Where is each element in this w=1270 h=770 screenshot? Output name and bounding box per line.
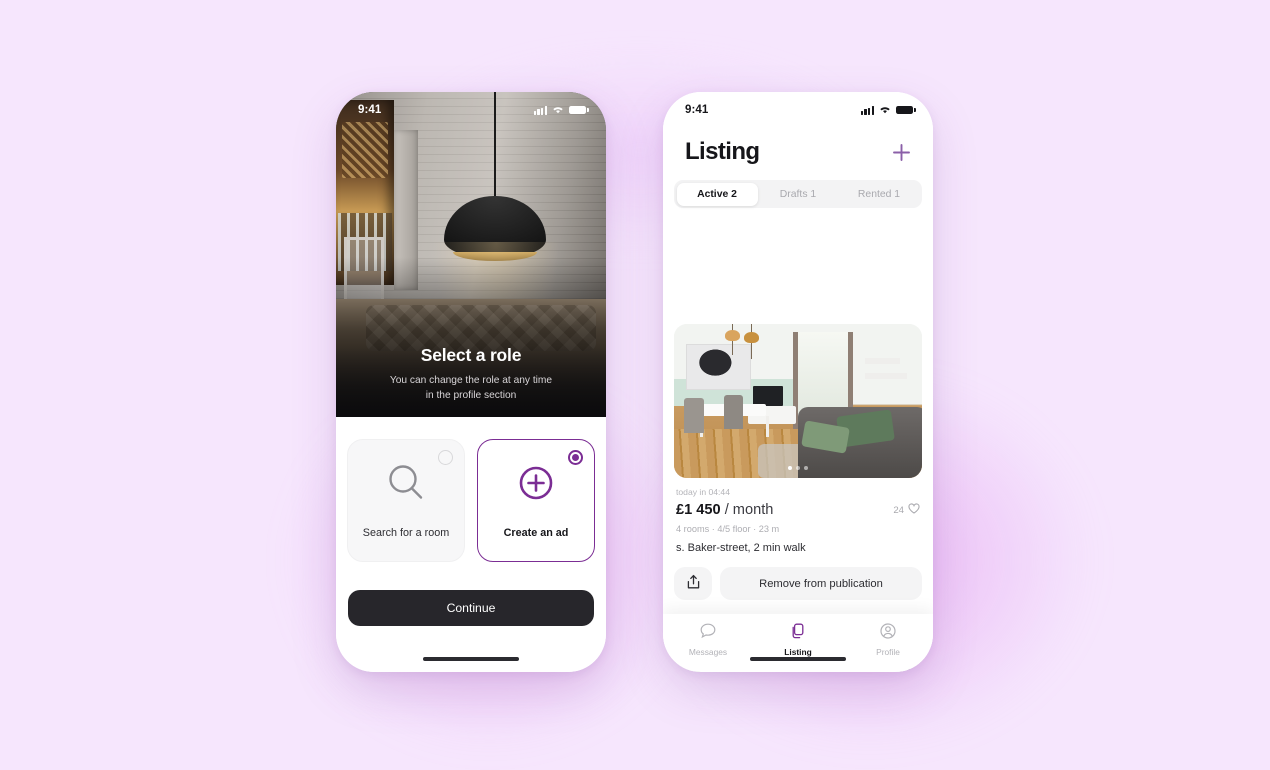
tab-label-messages: Messages bbox=[688, 647, 728, 657]
hero-text: Select a role You can change the role at… bbox=[336, 345, 606, 403]
photo-chair-1 bbox=[683, 397, 704, 434]
share-icon bbox=[686, 574, 701, 593]
role-cards: Search for a room Create an ad bbox=[336, 417, 606, 562]
tab-drafts[interactable]: Drafts 1 bbox=[758, 183, 839, 206]
wifi-icon bbox=[879, 101, 891, 119]
add-listing-button[interactable] bbox=[892, 143, 911, 162]
listing-timestamp: today in 04:44 bbox=[676, 487, 730, 497]
status-time: 9:41 bbox=[685, 104, 709, 116]
tab-profile[interactable]: Profile bbox=[843, 622, 933, 657]
documents-icon bbox=[789, 622, 807, 643]
bottom-tab-bar: Messages Listing Profile bbox=[663, 614, 933, 672]
hero-subtitle-line1: You can change the role at any time bbox=[389, 374, 553, 386]
tab-label-listing: Listing bbox=[784, 647, 812, 657]
chat-icon bbox=[699, 622, 717, 643]
photo-shelf-2 bbox=[864, 373, 908, 380]
radio-unselected-icon[interactable] bbox=[438, 450, 453, 465]
heart-icon[interactable] bbox=[908, 503, 920, 517]
listing-photo[interactable] bbox=[674, 324, 922, 478]
listing-screen: 9:41 Listing Active 2 Drafts 1 Rented 1 bbox=[663, 92, 933, 672]
share-button[interactable] bbox=[674, 567, 712, 600]
role-card-create-ad[interactable]: Create an ad bbox=[477, 439, 595, 562]
status-icons bbox=[860, 101, 916, 119]
radio-selected-icon[interactable] bbox=[568, 450, 583, 465]
signal-icon bbox=[533, 105, 547, 115]
tab-messages[interactable]: Messages bbox=[663, 622, 753, 657]
status-time: 9:41 bbox=[358, 104, 382, 116]
home-indicator bbox=[750, 657, 846, 661]
role-selection-area: Search for a room Create an ad Continue bbox=[336, 417, 606, 672]
listing-address: s. Baker-street, 2 min walk bbox=[676, 542, 806, 554]
remove-from-publication-button[interactable]: Remove from publication bbox=[720, 567, 922, 600]
role-card-search[interactable]: Search for a room bbox=[347, 439, 465, 562]
wifi-icon bbox=[552, 101, 564, 119]
tab-label-profile: Profile bbox=[876, 647, 900, 657]
price-value: £1 450 bbox=[676, 502, 721, 518]
photo-pendant-2 bbox=[742, 324, 761, 360]
status-bar: 9:41 bbox=[663, 92, 933, 122]
status-bar: 9:41 bbox=[336, 92, 606, 122]
signal-icon bbox=[860, 105, 874, 115]
photo-chair-2 bbox=[723, 394, 744, 429]
listing-likes[interactable]: 24 bbox=[893, 503, 920, 517]
search-icon bbox=[385, 462, 427, 509]
photo-pendant-1 bbox=[723, 324, 742, 355]
status-icons bbox=[533, 101, 589, 119]
role-label-search: Search for a room bbox=[362, 527, 450, 539]
listing-price-row: £1 450 / month 24 bbox=[674, 502, 922, 518]
likes-count: 24 bbox=[893, 504, 904, 516]
plus-circle-icon bbox=[515, 462, 557, 509]
home-indicator bbox=[423, 657, 519, 661]
hero-subtitle-line2: in the profile section bbox=[425, 389, 517, 401]
carousel-dots[interactable] bbox=[788, 466, 808, 470]
phone-select-role: 9:41 Select a role You can change the ro… bbox=[336, 92, 606, 672]
photo-tv bbox=[753, 385, 784, 406]
user-circle-icon bbox=[879, 622, 897, 643]
tab-active[interactable]: Active 2 bbox=[676, 182, 758, 206]
plus-icon bbox=[892, 143, 911, 165]
hero-image: Select a role You can change the role at… bbox=[336, 92, 606, 417]
continue-button[interactable]: Continue bbox=[348, 590, 594, 626]
battery-icon bbox=[569, 105, 589, 115]
listing-actions: Remove from publication bbox=[674, 567, 922, 600]
price-unit: / month bbox=[724, 502, 774, 518]
tab-rented[interactable]: Rented 1 bbox=[839, 183, 920, 206]
battery-icon bbox=[896, 105, 916, 115]
page-title: Listing bbox=[685, 138, 760, 165]
listing-tabs: Active 2 Drafts 1 Rented 1 bbox=[674, 180, 922, 208]
role-label-create-ad: Create an ad bbox=[503, 527, 569, 539]
listing-meta: 4 rooms · 4/5 floor · 23 m bbox=[676, 524, 780, 534]
tab-listing[interactable]: Listing bbox=[753, 622, 843, 657]
photo-shelf-1 bbox=[864, 357, 900, 365]
photo-artwork bbox=[686, 344, 751, 391]
hero-title: Select a role bbox=[420, 344, 522, 365]
phone-listing: 9:41 Listing Active 2 Drafts 1 Rented 1 bbox=[663, 92, 933, 672]
listing-price: £1 450 / month bbox=[676, 502, 773, 518]
